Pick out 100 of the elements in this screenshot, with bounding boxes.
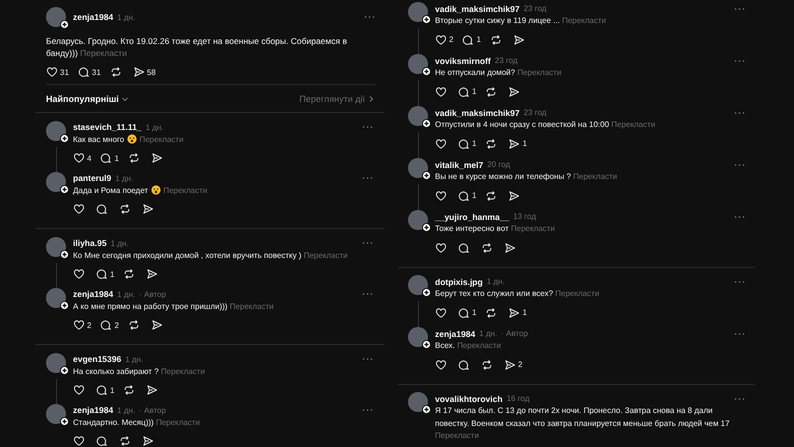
translate-link[interactable]: Перекласти — [555, 289, 600, 298]
translate-link[interactable]: Перекласти — [573, 172, 618, 181]
follow-plus-icon[interactable] — [422, 288, 431, 297]
translate-link[interactable]: Перекласти — [457, 341, 502, 350]
avatar[interactable] — [408, 158, 428, 178]
avatar[interactable] — [46, 172, 66, 192]
username[interactable]: zenja1984 — [73, 405, 114, 415]
username[interactable]: dotpixis.jpg — [435, 276, 483, 286]
avatar[interactable] — [46, 353, 66, 373]
translate-link[interactable]: Перекласти — [435, 431, 479, 440]
follow-plus-icon[interactable] — [422, 340, 431, 349]
like-button[interactable] — [435, 138, 449, 150]
reply-button[interactable] — [96, 435, 110, 447]
avatar[interactable] — [408, 327, 428, 347]
avatar[interactable] — [46, 288, 66, 308]
more-icon[interactable] — [362, 357, 373, 361]
reply-button[interactable]: 1 — [458, 306, 476, 318]
share-button[interactable] — [150, 152, 165, 164]
username[interactable]: vadik_maksimchik97 — [435, 4, 520, 14]
like-button[interactable] — [73, 203, 87, 215]
translate-link[interactable]: Перекласти — [517, 68, 562, 77]
translate-link[interactable]: Перекласти — [510, 224, 555, 233]
username[interactable]: __yujiro_hanma__ — [435, 212, 510, 222]
follow-plus-icon[interactable] — [60, 250, 69, 259]
share-button[interactable]: 1 — [508, 138, 527, 150]
more-icon[interactable] — [362, 241, 373, 245]
translate-link[interactable]: Перекласти — [80, 48, 127, 58]
follow-plus-icon[interactable] — [60, 134, 69, 143]
username[interactable]: iliyha.95 — [73, 238, 107, 248]
avatar[interactable] — [408, 54, 428, 74]
like-button[interactable]: 2 — [73, 319, 92, 331]
avatar[interactable] — [46, 404, 66, 424]
username[interactable]: zenja1984 — [73, 12, 114, 22]
translate-link[interactable]: Перекласти — [562, 16, 606, 25]
more-icon[interactable] — [734, 332, 745, 336]
follow-plus-icon[interactable] — [60, 20, 69, 29]
follow-plus-icon[interactable] — [422, 223, 431, 232]
avatar[interactable] — [408, 392, 428, 412]
username[interactable]: vovalikhtorovich — [435, 394, 503, 404]
like-button[interactable] — [435, 306, 449, 318]
more-icon[interactable] — [734, 280, 745, 284]
like-button[interactable]: 31 — [46, 66, 69, 78]
like-button[interactable] — [435, 86, 449, 98]
avatar[interactable] — [46, 237, 66, 257]
like-button[interactable] — [73, 435, 87, 447]
more-icon[interactable] — [362, 125, 373, 129]
follow-plus-icon[interactable] — [422, 405, 431, 414]
follow-plus-icon[interactable] — [60, 185, 69, 194]
reply-button[interactable] — [458, 242, 472, 254]
more-icon[interactable] — [734, 58, 745, 62]
like-button[interactable] — [73, 384, 87, 396]
reply-button[interactable]: 1 — [462, 34, 481, 46]
more-icon[interactable] — [734, 110, 745, 114]
like-button[interactable] — [435, 190, 449, 202]
more-icon[interactable] — [734, 214, 745, 218]
share-button[interactable]: 2 — [504, 358, 522, 370]
translate-link[interactable]: Перекласти — [230, 302, 274, 311]
follow-plus-icon[interactable] — [422, 67, 431, 76]
share-button[interactable] — [142, 435, 156, 447]
share-button[interactable] — [504, 242, 518, 254]
avatar[interactable] — [46, 121, 66, 141]
reply-button[interactable]: 31 — [78, 66, 101, 78]
reply-button[interactable]: 1 — [96, 268, 114, 280]
sort-dropdown[interactable]: Найпопулярніші — [46, 94, 129, 104]
reply-button[interactable] — [96, 203, 110, 215]
share-button[interactable]: 58 — [132, 66, 156, 78]
share-button[interactable] — [512, 34, 527, 46]
translate-link[interactable]: Перекласти — [304, 251, 348, 260]
like-button[interactable]: 4 — [73, 152, 92, 164]
like-button[interactable]: 2 — [435, 34, 454, 46]
username[interactable]: voviksmirnoff — [435, 56, 491, 66]
view-activity-link[interactable]: Переглянути дії — [299, 94, 375, 104]
avatar[interactable] — [408, 2, 428, 22]
reply-button[interactable]: 1 — [96, 384, 114, 396]
reply-button[interactable]: 1 — [100, 152, 119, 164]
avatar[interactable] — [408, 275, 428, 295]
reply-button[interactable]: 1 — [458, 138, 476, 150]
avatar[interactable] — [408, 106, 428, 126]
more-icon[interactable] — [362, 176, 373, 180]
more-icon[interactable] — [734, 162, 745, 166]
follow-plus-icon[interactable] — [422, 15, 431, 24]
more-icon[interactable] — [734, 6, 745, 10]
follow-plus-icon[interactable] — [422, 119, 431, 128]
username[interactable]: vadik_maksimchik97 — [435, 108, 520, 118]
reply-button[interactable]: 1 — [458, 86, 476, 98]
share-button[interactable]: 1 — [508, 306, 527, 318]
follow-plus-icon[interactable] — [60, 417, 69, 426]
like-button[interactable] — [435, 242, 449, 254]
username[interactable]: evgen15396 — [73, 354, 122, 364]
avatar[interactable] — [46, 7, 66, 27]
translate-link[interactable]: Перекласти — [160, 367, 205, 376]
translate-link[interactable]: Перекласти — [156, 418, 200, 427]
more-icon[interactable] — [362, 292, 373, 296]
more-icon[interactable] — [362, 408, 373, 412]
follow-plus-icon[interactable] — [422, 171, 431, 180]
like-button[interactable] — [73, 268, 87, 280]
follow-plus-icon[interactable] — [60, 301, 69, 310]
username[interactable]: zenja1984 — [73, 289, 114, 299]
username[interactable]: stasevich_11.11_ — [73, 122, 142, 132]
translate-link[interactable]: Перекласти — [139, 135, 184, 144]
